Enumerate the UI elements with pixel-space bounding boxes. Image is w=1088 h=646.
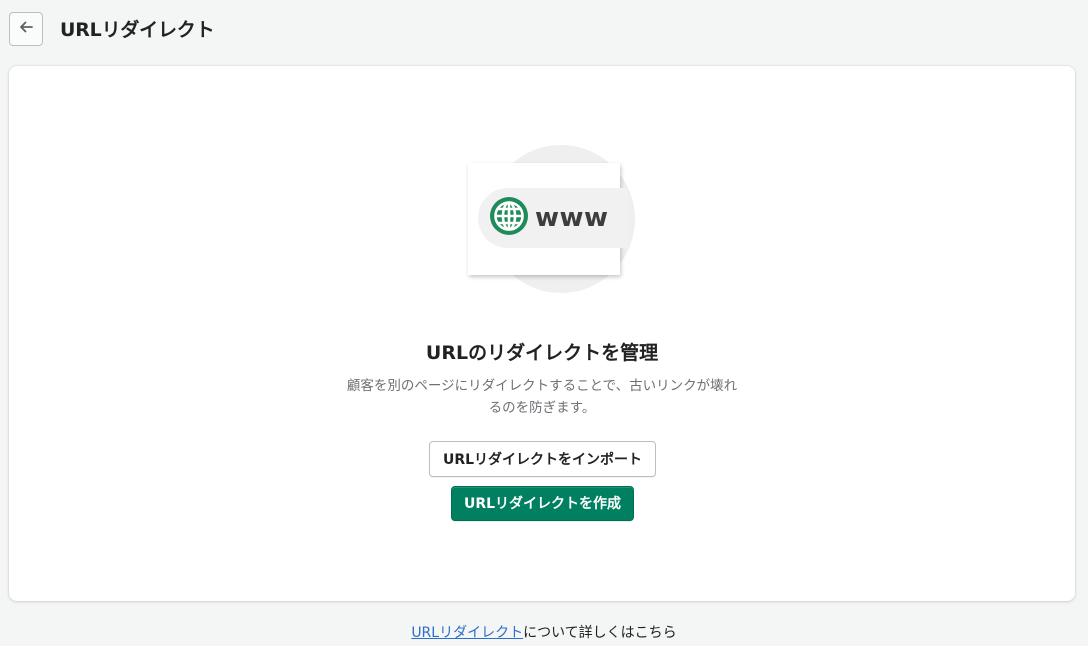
illustration-url-pill: www [478,188,628,248]
www-text: www [535,203,609,233]
create-redirect-button[interactable]: URLリダイレクトを作成 [451,486,634,521]
empty-state-illustration: www [468,145,635,295]
import-redirects-button[interactable]: URLリダイレクトをインポート [429,441,656,477]
illustration-paper: www [468,163,628,275]
empty-state-heading: URLのリダイレクトを管理 [425,342,659,364]
learn-more-suffix: について詳しくはこちら [523,625,677,641]
globe-icon [488,195,530,241]
footer-help: URLリダイレクトについて詳しくはこちら [0,622,1088,642]
learn-more-link[interactable]: URLリダイレクト [411,625,523,641]
back-button[interactable] [9,11,43,46]
empty-state-description: 顧客を別のページにリダイレクトすることで、古いリンクが壊れるのを防ぎます。 [346,378,738,416]
page-header: URLリダイレクト [9,11,215,46]
page-title: URLリダイレクト [60,19,215,41]
arrow-left-icon [18,19,34,39]
empty-state-card: www URLのリダイレクトを管理 顧客を別のページにリダイレクトすることで、古… [9,66,1075,601]
